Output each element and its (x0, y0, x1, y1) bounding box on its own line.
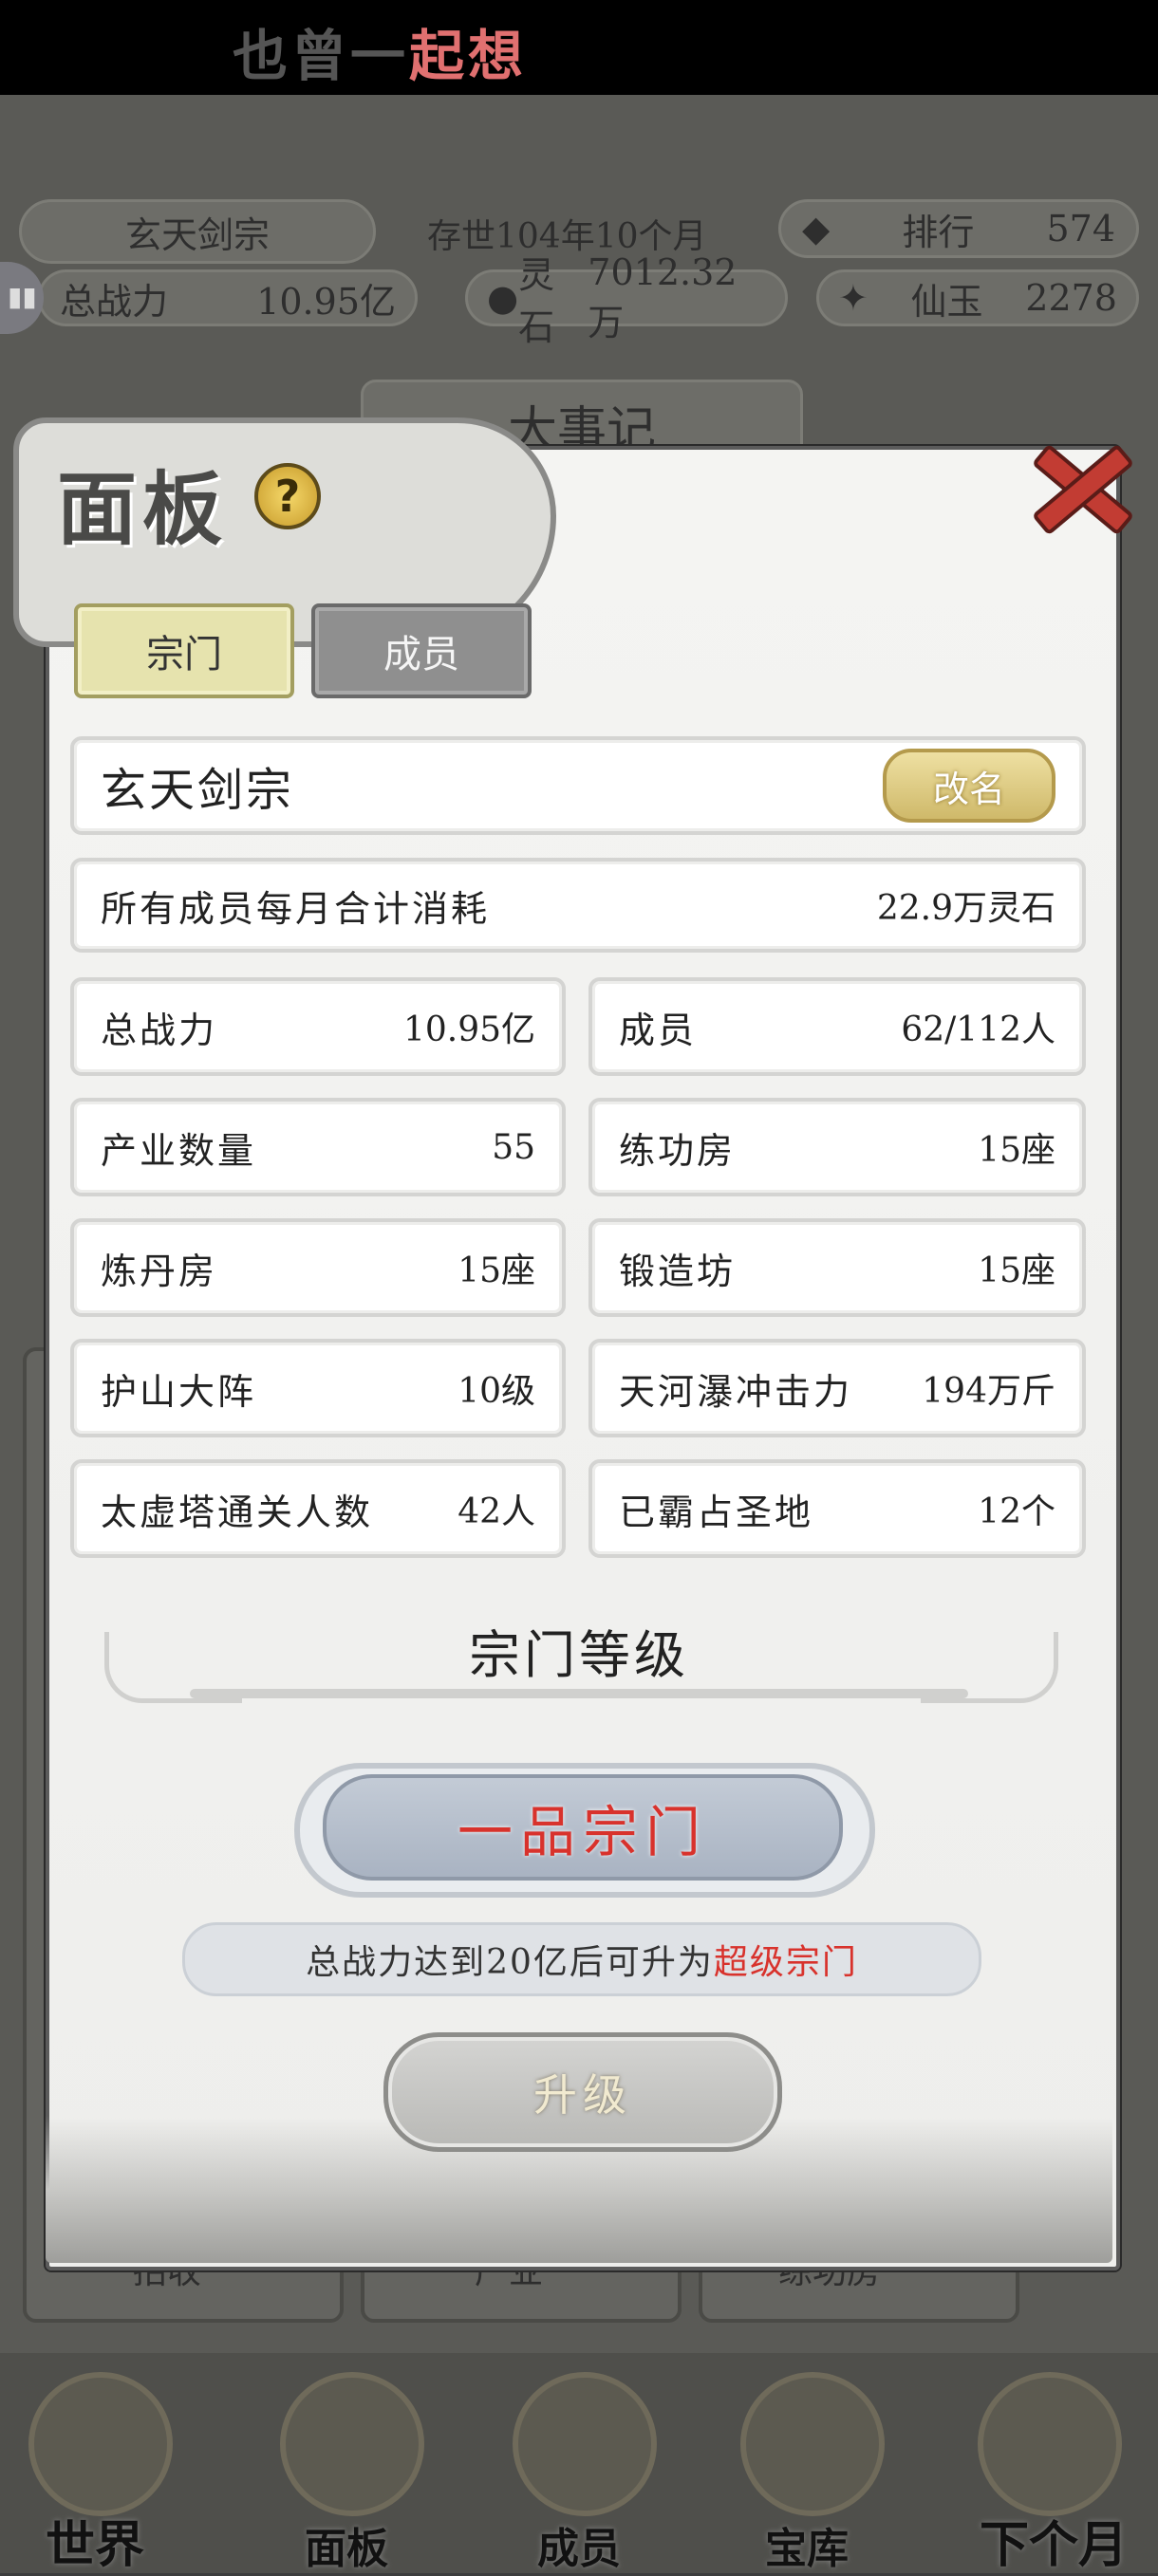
stat-industry-count: 产业数量 55 (70, 1098, 566, 1196)
top-black-bar: 也曾一起想 (0, 0, 1158, 95)
upgrade-button[interactable]: 升级 (383, 2032, 782, 2152)
bg-rank-label: 排行 (902, 211, 975, 253)
stat-value: 15座 (978, 1131, 1055, 1170)
stat-label: 天河瀑冲击力 (619, 1370, 853, 1413)
yin-yang-icon (740, 2372, 885, 2516)
stat-label: 锻造坊 (619, 1250, 737, 1292)
side-chat-button[interactable]: ▮▮ (0, 262, 44, 334)
song-lyric-highlight: 起想 (409, 24, 528, 88)
tab-members-label: 成员 (383, 633, 459, 676)
level-section-title: 宗门等级 (469, 1625, 689, 1685)
stat-value: 12个 (978, 1492, 1055, 1531)
stat-tower-clears: 太虚塔通关人数 42人 (70, 1459, 566, 1558)
stat-value: 10.95亿 (402, 1010, 535, 1049)
current-rank-plate: 一品宗门 (323, 1774, 843, 1881)
bg-spirit-stone: ● 灵石 7012.32万 (465, 251, 788, 348)
tab-sect[interactable]: 宗门 (74, 603, 294, 698)
stat-value: 15座 (978, 1251, 1055, 1290)
scroll-icon (280, 2372, 424, 2516)
tab-sect-label: 宗门 (146, 633, 222, 676)
stat-training-room: 练功房 15座 (588, 1098, 1086, 1196)
nav-members[interactable]: 成员 (484, 2363, 674, 2573)
stat-label: 成员 (619, 1009, 698, 1051)
nav-members-label: 成员 (537, 2525, 621, 2573)
stat-label: 太虚塔通关人数 (101, 1491, 374, 1533)
upgrade-hint: 总战力达到20亿后可升为 超级宗门 (182, 1922, 981, 1996)
bg-jade: ✦ 仙玉 2278 (816, 269, 1139, 326)
close-button[interactable] (1027, 436, 1122, 531)
sect-name-row: 玄天剑宗 改名 (70, 736, 1086, 835)
bg-jade-label: 仙玉 (910, 280, 983, 323)
monthly-cost-label: 所有成员每月合计消耗 (101, 887, 491, 930)
rename-button[interactable]: 改名 (883, 749, 1055, 823)
song-lyric: 也曾一起想 (233, 11, 527, 91)
nav-panel-label: 面板 (305, 2525, 388, 2573)
stat-members: 成员 62/112人 (588, 977, 1086, 1076)
stat-label: 产业数量 (101, 1129, 257, 1172)
rename-button-label: 改名 (932, 768, 1005, 810)
stat-alchemy-room: 炼丹房 15座 (70, 1218, 566, 1317)
nav-world-label: 世界 (45, 2516, 144, 2574)
tab-members[interactable]: 成员 (311, 603, 532, 698)
upgrade-button-label: 升级 (533, 2069, 632, 2121)
stat-label: 炼丹房 (101, 1250, 218, 1292)
bg-spirit-value: 7012.32万 (588, 250, 738, 343)
stat-label: 总战力 (101, 1009, 218, 1051)
nav-treasury[interactable]: 宝库 (712, 2363, 902, 2573)
bg-rank-value: 574 (1046, 208, 1115, 250)
stat-value: 55 (492, 1127, 535, 1167)
bg-sect-name-text: 玄天剑宗 (124, 213, 270, 256)
nav-panel[interactable]: 面板 (252, 2363, 441, 2573)
stat-holy-lands: 已霸占圣地 12个 (588, 1459, 1086, 1558)
world-icon (28, 2372, 173, 2516)
stat-total-power: 总战力 10.95亿 (70, 977, 566, 1076)
jade-icon: ✦ (838, 277, 868, 319)
help-button[interactable]: ? (254, 463, 321, 529)
monthly-cost-value: 22.9万灵石 (876, 889, 1055, 928)
spirit-stone-icon: ● (487, 277, 519, 319)
upgrade-hint-prefix: 总战力达到20亿后可升为 (306, 1943, 714, 1982)
current-rank-text: 一品宗门 (457, 1800, 708, 1864)
stat-forge: 锻造坊 15座 (588, 1218, 1086, 1317)
stat-value: 15座 (458, 1251, 535, 1290)
stat-label: 练功房 (619, 1129, 737, 1172)
bg-power-value: 10.95亿 (256, 280, 396, 323)
stat-value: 194万斤 (922, 1372, 1055, 1411)
monthly-cost-row: 所有成员每月合计消耗 22.9万灵石 (70, 858, 1086, 953)
stat-value: 62/112人 (901, 1010, 1055, 1049)
bg-sect-name: 玄天剑宗 (19, 199, 376, 264)
nav-world[interactable]: 世界 (0, 2363, 190, 2574)
stat-mountain-array: 护山大阵 10级 (70, 1339, 566, 1437)
stat-label: 护山大阵 (101, 1370, 257, 1413)
stat-value: 42人 (458, 1492, 535, 1531)
nav-next-month-label: 下个月 (979, 2516, 1128, 2574)
stat-waterfall-force: 天河瀑冲击力 194万斤 (588, 1339, 1086, 1437)
bg-rank: ◆ 排行 574 (778, 199, 1139, 258)
sect-name-text: 玄天剑宗 (101, 764, 295, 817)
bg-jade-value: 2278 (1025, 277, 1117, 319)
question-icon: ? (274, 471, 301, 522)
chat-icon: ▮▮ (8, 281, 37, 312)
nav-next-month[interactable]: 下个月 (949, 2363, 1158, 2574)
swirl-icon (978, 2372, 1122, 2516)
member-portrait-icon (513, 2372, 657, 2516)
nav-treasury-label: 宝库 (765, 2525, 849, 2573)
bg-spirit-label: 灵石 (518, 254, 555, 348)
bg-power: 总战力 10.95亿 (38, 269, 418, 326)
trophy-icon: ◆ (802, 208, 831, 250)
stat-label: 已霸占圣地 (619, 1491, 814, 1533)
level-divider (190, 1689, 968, 1698)
stat-value: 10级 (458, 1372, 535, 1411)
song-lyric-dim: 也曾一 (233, 24, 410, 88)
panel-title: 面板 (57, 462, 229, 556)
bg-power-label: 总战力 (60, 280, 169, 323)
upgrade-hint-target: 超级宗门 (713, 1943, 858, 1982)
